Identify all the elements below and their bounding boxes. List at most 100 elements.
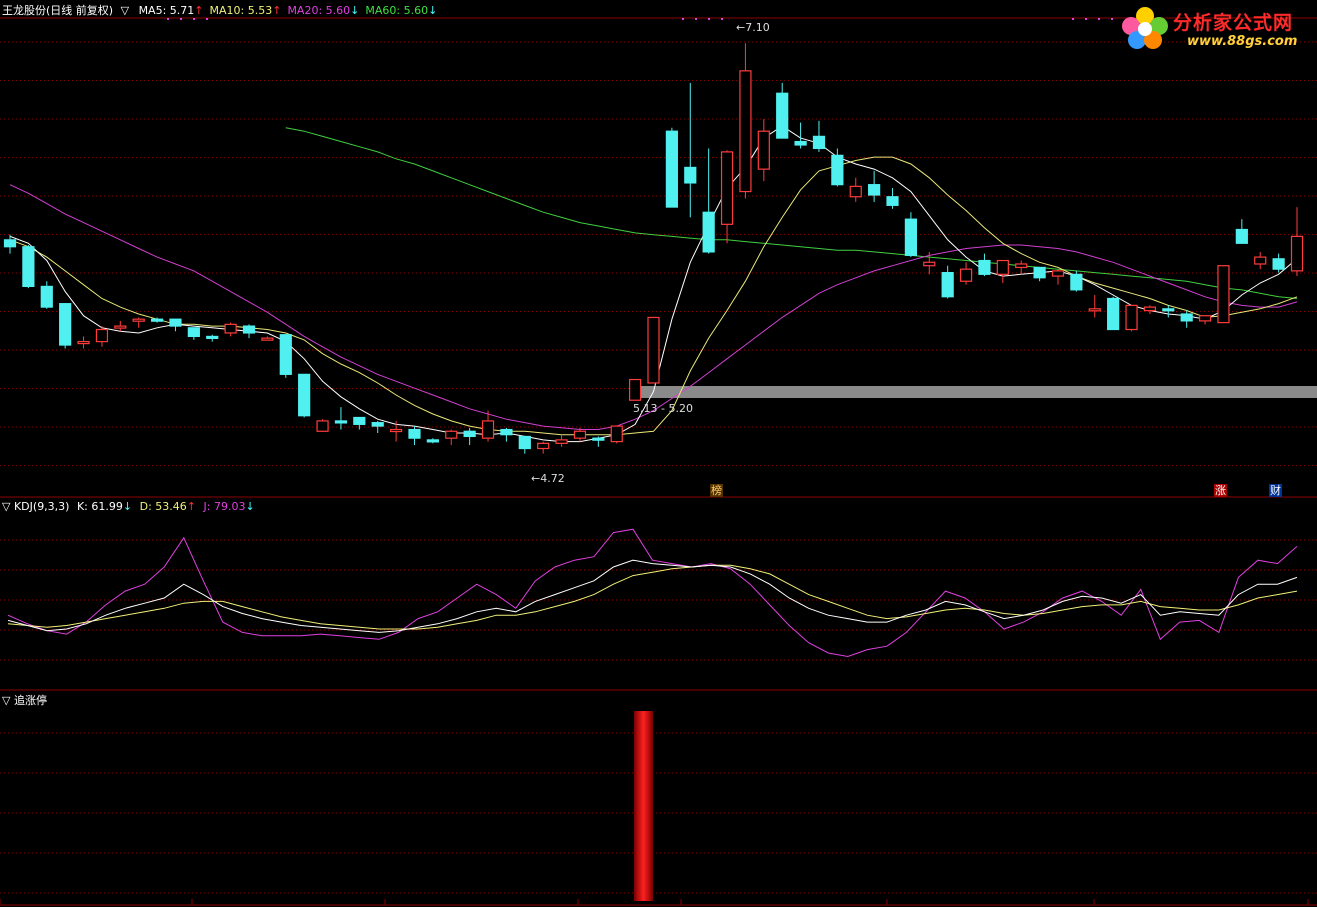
ma-legend: MA5: 5.71↑ MA10: 5.53↑ MA20: 5.60↓ MA60: 5.… — [133, 4, 438, 17]
candle-body — [996, 259, 1009, 275]
candle-body — [334, 420, 348, 424]
period-mark — [1085, 18, 1087, 20]
candle-body — [279, 334, 292, 375]
range-annotation: 5.13 - 5.20 — [633, 402, 693, 415]
candle-body — [1088, 308, 1101, 312]
kdj-panel-header: ▽ KDJ(9,3,3) K: 61.99↓ D: 53.46↑ J: 79.0… — [2, 500, 255, 513]
flower-icon — [1122, 7, 1168, 49]
candle-body — [1125, 304, 1138, 331]
candle-body — [904, 218, 918, 256]
period-mark — [167, 18, 169, 20]
high-arrow-icon: ← — [736, 21, 746, 34]
signal-title: 追涨停 — [13, 694, 47, 707]
candle-body — [573, 430, 587, 439]
candle-body — [812, 135, 826, 150]
period-mark — [1072, 18, 1074, 20]
candle-body — [776, 92, 789, 139]
marker-cai[interactable]: 财 — [1269, 484, 1282, 497]
ma-legend-item: MA60: 5.60 — [365, 4, 429, 17]
candle-body — [739, 70, 752, 193]
kdj-j-value: J: 79.03 — [203, 500, 246, 513]
candle-body — [1254, 256, 1267, 265]
candle-body — [868, 184, 881, 196]
candle-body — [794, 140, 807, 146]
kdj-k-trend-icon: ↓ — [122, 500, 133, 513]
period-mark — [721, 18, 723, 20]
candle-body — [408, 428, 421, 439]
candle-body — [1235, 228, 1248, 244]
candle-body — [390, 428, 403, 433]
candle-body — [95, 328, 109, 343]
ma-legend-item: MA20: 5.60 — [287, 4, 351, 17]
candle-body — [665, 130, 678, 208]
candle-body — [1272, 258, 1285, 270]
ma-toggle[interactable]: ▽ — [121, 4, 129, 17]
kdj-title: KDJ(9,3,3) — [13, 500, 70, 513]
candle-body — [261, 337, 274, 341]
candle-body — [77, 340, 90, 345]
ma-trend-icon: ↑ — [272, 4, 282, 17]
kdj-k-line — [7, 559, 1298, 633]
candle-body — [316, 420, 329, 432]
candle-body — [978, 259, 991, 275]
candle-body — [40, 285, 53, 308]
support-band — [631, 386, 1317, 398]
candle-body — [720, 151, 734, 225]
low-price-annotation: ←4.72 — [531, 472, 565, 485]
candle-body — [849, 185, 862, 198]
candle-body — [1070, 273, 1083, 291]
candle-body — [3, 239, 17, 248]
ma60-line — [285, 127, 1298, 299]
signal-bar — [634, 711, 653, 901]
candle-body — [242, 325, 256, 334]
marker-zhang[interactable]: 涨 — [1214, 484, 1227, 497]
logo-url: www.88gs.com — [1187, 34, 1298, 49]
kdj-d-value: D: 53.46 — [139, 500, 187, 513]
high-price-annotation: ←7.10 — [736, 21, 770, 34]
candle-body — [463, 430, 476, 438]
candle-body — [518, 435, 531, 450]
candle-body — [647, 316, 660, 384]
candle-body — [1198, 315, 1212, 322]
marker-bang[interactable]: 榜 — [710, 484, 723, 497]
kdj-j-trend-icon: ↓ — [245, 500, 255, 513]
candle-body — [610, 425, 623, 443]
candle-body — [114, 325, 127, 329]
candle-body — [886, 196, 899, 206]
candle-body — [1051, 270, 1065, 277]
candle-body — [1162, 308, 1175, 312]
candle-body — [1180, 313, 1193, 322]
kdj-toggle[interactable]: ▽ — [2, 500, 10, 513]
stock-chart[interactable] — [0, 0, 1317, 907]
candle-body — [1217, 265, 1230, 324]
candle-body — [555, 439, 568, 444]
ma-trend-icon: ↓ — [350, 4, 360, 17]
period-mark — [193, 18, 195, 20]
period-mark — [1111, 18, 1113, 20]
candle-body — [923, 261, 936, 267]
candle-body — [206, 335, 219, 340]
candle-body — [1143, 306, 1157, 312]
period-mark — [206, 18, 208, 20]
candle-body — [959, 268, 973, 282]
candle-body — [702, 211, 715, 253]
candle-body — [150, 318, 164, 322]
signal-toggle[interactable]: ▽ — [2, 694, 10, 707]
period-mark — [682, 18, 684, 20]
ma-legend-item: MA10: 5.53 — [209, 4, 273, 17]
candle-body — [426, 439, 439, 443]
candle-body — [371, 422, 384, 427]
site-logo: 分析家公式网 www.88gs.com — [1115, 2, 1315, 54]
candle-body — [187, 327, 200, 338]
candle-body — [941, 272, 954, 298]
low-arrow-icon: ← — [531, 472, 541, 485]
kdj-d-line — [7, 564, 1298, 630]
candle-body — [481, 420, 495, 439]
candle-body — [445, 430, 458, 439]
candle-body — [831, 154, 844, 186]
period-mark — [180, 18, 182, 20]
candle-body — [629, 378, 642, 401]
kdj-k-value: K: 61.99 — [76, 500, 123, 513]
candle-body — [537, 442, 550, 450]
candle-body — [1107, 297, 1120, 331]
